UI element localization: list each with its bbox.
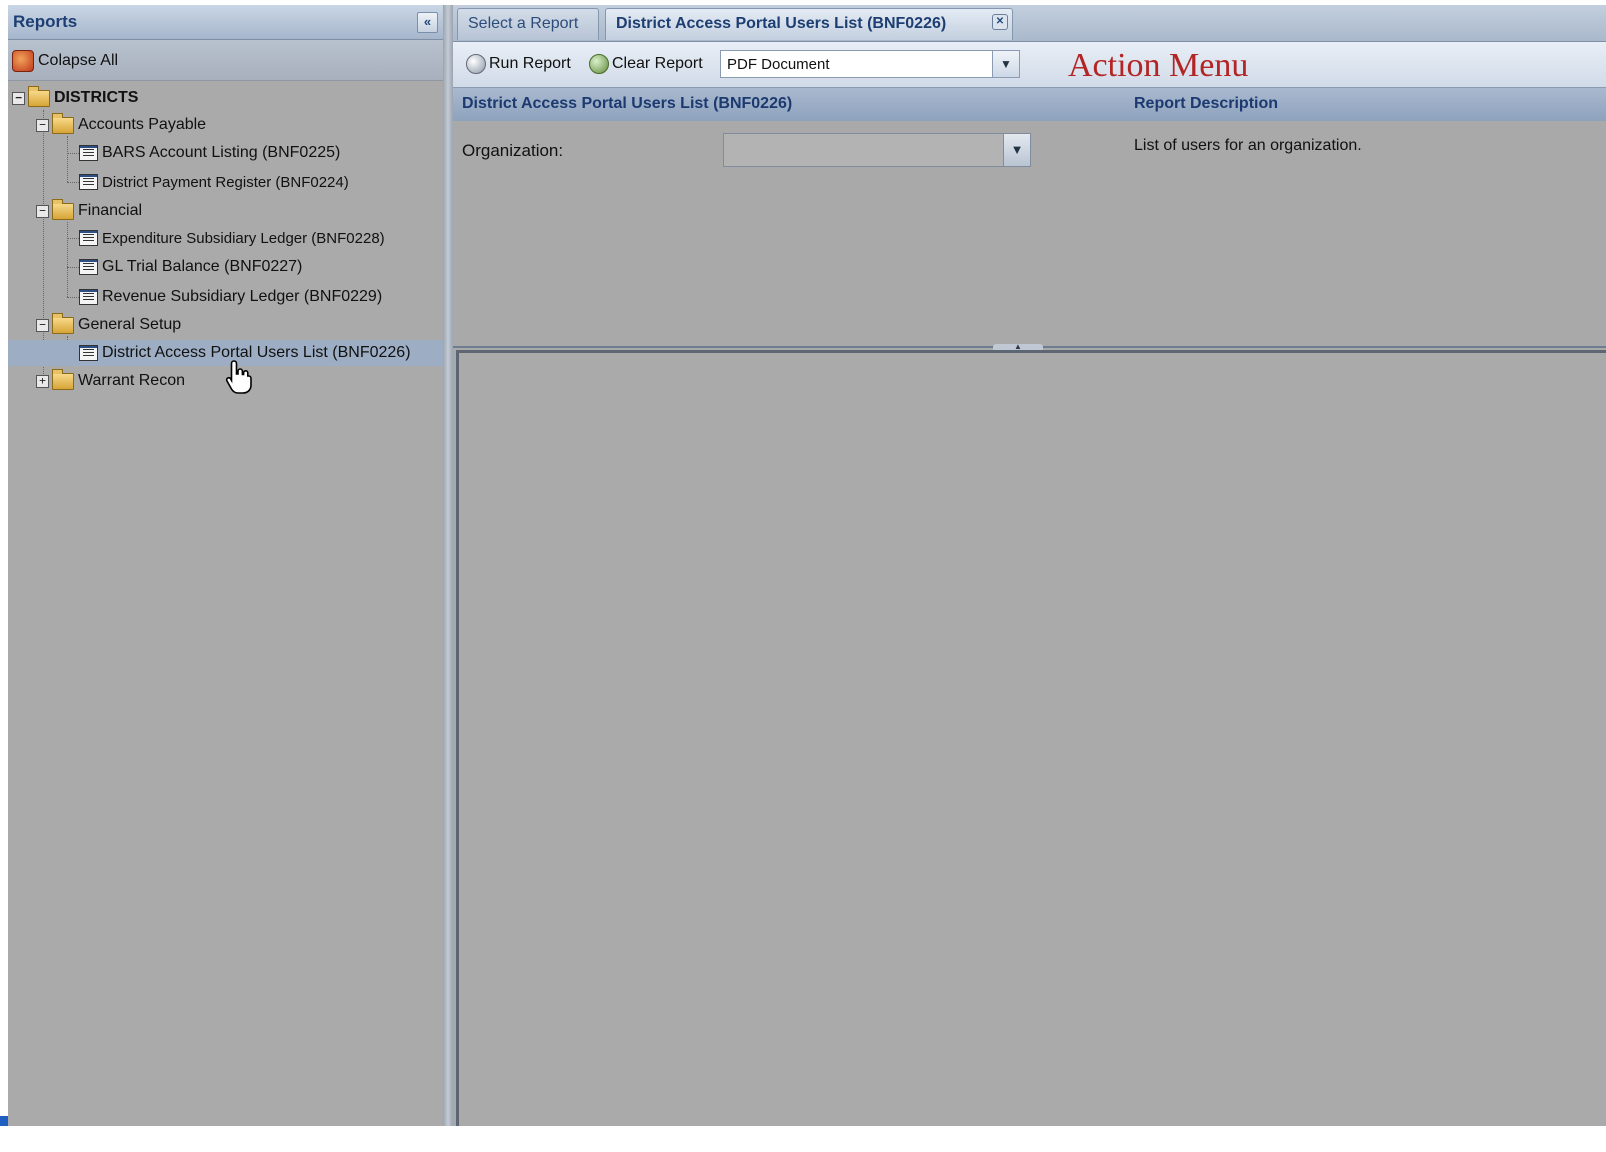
tree-report-item[interactable]: District Payment Register (BNF0224)	[79, 169, 349, 195]
tree-group-label: Warrant Recon	[78, 372, 185, 389]
tree-group-label: Financial	[78, 202, 143, 219]
report-output-area	[456, 350, 1606, 1126]
report-form-title: District Access Portal Users List (BNF02…	[462, 95, 793, 112]
tree-connector	[67, 153, 79, 154]
tree-report-label: District Payment Register (BNF0224)	[102, 173, 349, 191]
reports-panel-title: Reports	[13, 12, 78, 31]
tab-district-access-portal[interactable]: District Access Portal Users List (BNF02…	[605, 8, 1013, 40]
organization-select[interactable]: ▼	[723, 133, 1031, 167]
report-description-text: List of users for an organization.	[1134, 137, 1362, 154]
close-tab-icon[interactable]: ✕	[992, 14, 1008, 30]
tree-report-item[interactable]: Revenue Subsidiary Ledger (BNF0229)	[79, 284, 382, 310]
tree-group-accounts-payable[interactable]: − Accounts Payable	[36, 112, 206, 138]
run-report-button[interactable]: Run Report	[466, 54, 571, 74]
clear-report-button[interactable]: Clear Report	[589, 54, 703, 74]
folder-open-icon	[52, 312, 74, 334]
chevron-down-icon[interactable]: ▼	[1003, 134, 1030, 166]
tree-connector	[67, 136, 68, 182]
report-icon	[79, 259, 98, 275]
tree-report-item[interactable]: Expenditure Subsidiary Ledger (BNF0228)	[79, 225, 385, 251]
report-parameters-panel: District Access Portal Users List (BNF02…	[453, 88, 1606, 348]
run-report-icon	[466, 54, 486, 74]
tree-group-financial[interactable]: − Financial	[36, 198, 142, 224]
collapse-all-button[interactable]: Colapse All	[12, 50, 118, 72]
corner-mark	[0, 1116, 8, 1126]
tree-root-label: DISTRICTS	[54, 89, 139, 106]
reports-tree-panel: Reports « Colapse All − DISTRICTS − Acco…	[8, 5, 443, 1126]
hand-pointer-icon	[225, 360, 252, 394]
tree-report-label: BARS Account Listing (BNF0225)	[102, 144, 341, 161]
tree-connector	[67, 222, 68, 297]
action-menu-bar: Run Report Clear Report PDF Document ▼ A…	[453, 42, 1606, 88]
report-icon	[79, 345, 98, 361]
collapse-all-label: Colapse All	[38, 52, 119, 69]
tab-label: District Access Portal Users List (BNF02…	[616, 15, 947, 32]
collapse-all-icon	[12, 50, 34, 72]
clear-report-label: Clear Report	[612, 55, 703, 72]
collapse-toggle-icon[interactable]: −	[12, 91, 25, 105]
report-icon	[79, 289, 98, 305]
folder-open-icon	[52, 198, 74, 220]
chevron-down-icon[interactable]: ▼	[992, 51, 1019, 77]
tree-connector	[67, 182, 79, 183]
tree-group-label: Accounts Payable	[78, 116, 207, 133]
report-icon	[79, 145, 98, 161]
tree-group-general-setup[interactable]: − General Setup	[36, 312, 181, 338]
clear-report-icon	[589, 54, 609, 74]
reports-app: Reports « Colapse All − DISTRICTS − Acco…	[8, 5, 1606, 1126]
tree-group-warrant-recon[interactable]: + Warrant Recon	[36, 368, 185, 394]
collapse-toggle-icon[interactable]: −	[36, 118, 49, 132]
report-form-header: District Access Portal Users List (BNF02…	[453, 88, 1606, 121]
organization-label: Organization:	[462, 141, 564, 160]
tree-connector	[67, 297, 79, 298]
report-icon	[79, 174, 98, 190]
expand-toggle-icon[interactable]: +	[36, 374, 49, 388]
collapse-toggle-icon[interactable]: −	[36, 318, 49, 332]
reports-panel-header: Reports «	[8, 5, 443, 40]
folder-open-icon	[52, 112, 74, 134]
tree-report-item[interactable]: GL Trial Balance (BNF0227)	[79, 254, 302, 280]
tree-report-label: GL Trial Balance (BNF0227)	[102, 258, 303, 275]
panel-splitter[interactable]	[443, 5, 453, 1126]
folder-closed-icon	[52, 368, 74, 390]
folder-open-icon	[28, 85, 50, 107]
tab-select-a-report[interactable]: Select a Report	[457, 8, 599, 40]
report-description-title: Report Description	[1134, 95, 1279, 112]
run-report-label: Run Report	[489, 55, 571, 72]
tree-report-label: Revenue Subsidiary Ledger (BNF0229)	[102, 288, 383, 305]
output-format-select[interactable]: PDF Document ▼	[720, 50, 1020, 78]
report-icon	[79, 230, 98, 246]
report-workspace: Select a Report District Access Portal U…	[453, 5, 1606, 1126]
tab-label: Select a Report	[468, 15, 579, 32]
tree-group-label: General Setup	[78, 316, 182, 333]
collapse-toggle-icon[interactable]: −	[36, 204, 49, 218]
tree-connector	[67, 267, 79, 268]
tree-connector	[67, 238, 79, 239]
action-menu-annotation: Action Menu	[1068, 47, 1249, 84]
tree-toolbar: Colapse All	[8, 40, 443, 81]
tree-report-label: Expenditure Subsidiary Ledger (BNF0228)	[102, 229, 385, 247]
tab-bar: Select a Report District Access Portal U…	[453, 5, 1606, 42]
tree-report-label: District Access Portal Users List (BNF02…	[102, 344, 411, 361]
tree-report-item[interactable]: BARS Account Listing (BNF0225)	[79, 140, 340, 166]
tree-root-districts[interactable]: − DISTRICTS	[12, 85, 138, 111]
collapse-panel-icon[interactable]: «	[417, 12, 438, 33]
output-format-value: PDF Document	[727, 56, 830, 73]
